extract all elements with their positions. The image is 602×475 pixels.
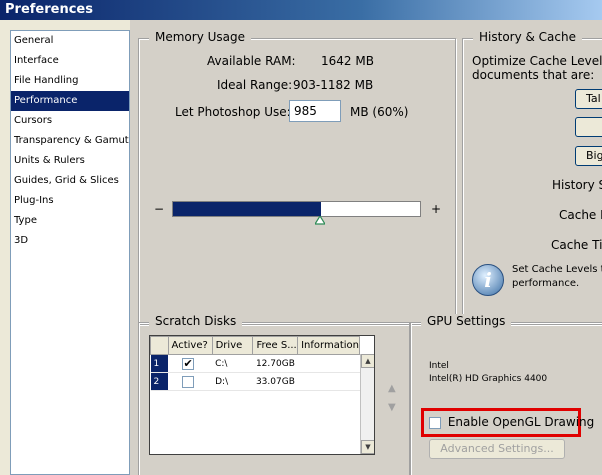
- memory-usage-legend: Memory Usage: [149, 30, 252, 44]
- column-header-information[interactable]: Information: [297, 336, 360, 355]
- available-ram-value: 1642 MB: [321, 54, 374, 68]
- enable-opengl-label: Enable OpenGL Drawing: [447, 415, 595, 429]
- sidebar-item-transparency-gamut[interactable]: Transparency & Gamut: [11, 131, 129, 151]
- ram-unit-label: MB (60%): [350, 105, 409, 119]
- scroll-up-icon[interactable]: ▲: [361, 354, 374, 368]
- scratch-disks-legend: Scratch Disks: [149, 314, 243, 328]
- drive-cell: D:\: [212, 372, 253, 391]
- available-ram-label: Available RAM:: [207, 54, 296, 68]
- move-up-arrow-icon[interactable]: ▲: [388, 383, 396, 394]
- ram-slider-track[interactable]: [172, 201, 421, 217]
- table-row[interactable]: 1 ✔ C:\ 12.70GB: [150, 354, 360, 373]
- move-down-arrow-icon[interactable]: ▼: [388, 402, 396, 413]
- info-icon: i: [472, 264, 504, 296]
- scratch-disks-list: Active? Drive Free S... Information 1 ✔ …: [149, 335, 375, 455]
- history-cache-group: History & Cache Optimize Cache Levels a …: [462, 30, 602, 325]
- ram-amount-input[interactable]: [289, 100, 341, 122]
- default-cache-button[interactable]: [575, 117, 602, 137]
- table-row[interactable]: 2 D:\ 33.07GB: [150, 372, 360, 391]
- row-number: 1: [150, 354, 169, 373]
- ram-slider-thumb[interactable]: [315, 216, 326, 225]
- sidebar-item-plug-ins[interactable]: Plug-Ins: [11, 191, 129, 211]
- cache-info-text-2: performance.: [512, 278, 580, 289]
- optimize-cache-text-1: Optimize Cache Levels a: [472, 54, 602, 68]
- active-checkbox[interactable]: ✔: [182, 357, 195, 370]
- advanced-settings-button[interactable]: Advanced Settings...: [429, 439, 565, 459]
- optimize-cache-text-2: documents that are:: [472, 68, 595, 82]
- ideal-range-label: Ideal Range:: [217, 78, 293, 92]
- memory-usage-group: Memory Usage Available RAM: 1642 MB Idea…: [138, 30, 456, 325]
- gpu-settings-legend: GPU Settings: [421, 314, 512, 328]
- active-cell: [168, 372, 213, 391]
- sidebar-item-type[interactable]: Type: [11, 211, 129, 231]
- slider-plus-label: +: [431, 202, 442, 216]
- gpu-model-text: Intel(R) HD Graphics 4400: [429, 374, 548, 384]
- big-and-flat-button[interactable]: Big: [575, 146, 602, 166]
- scratch-disks-group: Scratch Disks Active? Drive Free S... In…: [138, 314, 410, 475]
- gpu-settings-group: GPU Settings Intel Intel(R) HD Graphics …: [410, 314, 602, 475]
- column-header-active[interactable]: Active?: [167, 336, 213, 355]
- tall-and-thin-button[interactable]: Tal: [575, 89, 602, 109]
- enable-opengl-checkbox[interactable]: [429, 416, 441, 429]
- row-number: 2: [150, 372, 169, 391]
- free-space-cell: 33.07GB: [252, 372, 298, 391]
- sidebar-item-3d[interactable]: 3D: [11, 231, 129, 251]
- drive-cell: C:\: [212, 354, 253, 373]
- gpu-vendor-text: Intel: [429, 361, 449, 371]
- sidebar-item-guides-grid-slices[interactable]: Guides, Grid & Slices: [11, 171, 129, 191]
- sidebar-item-file-handling[interactable]: File Handling: [11, 71, 129, 91]
- window-title: Preferences: [5, 2, 93, 17]
- column-header-rownum: [150, 336, 169, 355]
- information-cell: [297, 354, 360, 373]
- cache-info-text-1: Set Cache Levels to: [512, 264, 602, 275]
- information-cell: [297, 372, 360, 391]
- let-photoshop-use-label: Let Photoshop Use:: [175, 105, 291, 119]
- slider-minus-label: −: [154, 202, 165, 216]
- history-states-label: History St: [552, 178, 602, 192]
- ram-slider-fill: [173, 202, 322, 216]
- cache-levels-label: Cache L: [559, 208, 602, 222]
- cache-tile-size-label: Cache Til: [551, 238, 602, 252]
- sidebar-item-interface[interactable]: Interface: [11, 51, 129, 71]
- enable-opengl-row[interactable]: Enable OpenGL Drawing: [429, 415, 594, 429]
- sidebar-item-general[interactable]: General: [11, 31, 129, 51]
- sidebar-item-cursors[interactable]: Cursors: [11, 111, 129, 131]
- ideal-range-value: 903-1182 MB: [293, 78, 374, 92]
- column-header-drive[interactable]: Drive: [211, 336, 254, 355]
- scratch-disks-table: Active? Drive Free S... Information 1 ✔ …: [150, 336, 360, 391]
- history-cache-legend: History & Cache: [473, 30, 582, 44]
- scratch-list-scrollbar[interactable]: ▲ ▼: [360, 354, 374, 454]
- free-space-cell: 12.70GB: [252, 354, 298, 373]
- preferences-sidebar: General Interface File Handling Performa…: [10, 30, 130, 475]
- scroll-down-icon[interactable]: ▼: [361, 440, 374, 454]
- active-cell: ✔: [168, 354, 213, 373]
- sidebar-item-units-rulers[interactable]: Units & Rulers: [11, 151, 129, 171]
- active-checkbox[interactable]: [182, 375, 195, 388]
- column-header-free-space[interactable]: Free S...: [252, 336, 299, 355]
- sidebar-item-performance[interactable]: Performance: [11, 91, 129, 111]
- window-title-bar: Preferences: [0, 0, 602, 20]
- performance-panel: Memory Usage Available RAM: 1642 MB Idea…: [130, 20, 602, 475]
